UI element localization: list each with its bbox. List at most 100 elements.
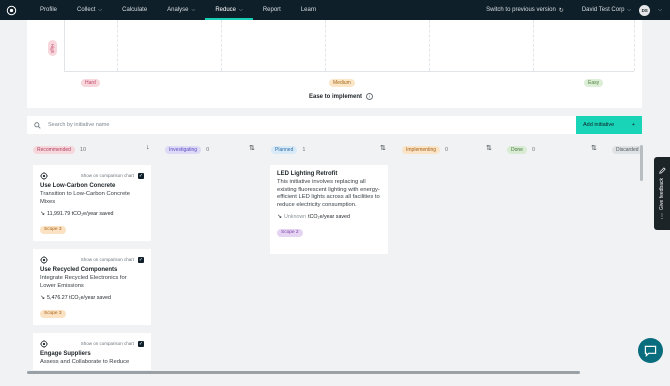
sort-icon[interactable]: ⇅: [380, 144, 386, 152]
initiative-icon: [40, 171, 48, 180]
scope-badge: Scope 2: [277, 228, 303, 237]
search-input[interactable]: [48, 122, 528, 128]
card-subtitle: Transition to Low-Carbon Concrete Mixes: [40, 191, 131, 205]
chat-support-button[interactable]: [638, 338, 663, 363]
chat-icon: [644, 345, 657, 357]
column-count: 0: [445, 146, 449, 153]
card-subtitle: Integrate Recycled Electronics for Lower…: [40, 275, 127, 289]
show-on-chart-checkbox[interactable]: ✓: [138, 340, 144, 347]
horizontal-scrollbar[interactable]: [27, 371, 580, 374]
nav-item-collect[interactable]: Collect ⌵: [67, 0, 112, 20]
switch-version-link[interactable]: Switch to previous version ↻: [486, 7, 564, 14]
nav-item-analyse[interactable]: Analyse ⌵: [157, 0, 205, 20]
x-axis-medium-pill: Medium: [329, 79, 355, 87]
nav-item-label: Profile: [40, 7, 58, 13]
chevron-down-icon: ⌵: [191, 7, 196, 13]
status-badge: Recommended: [33, 145, 75, 154]
arrow-down-right-icon: ↘: [40, 211, 46, 217]
nav-item-profile[interactable]: Profile: [30, 0, 67, 20]
column-header-implementing: Implementing 0 ⇅: [402, 144, 496, 155]
column-header-done: Done 0 ⇅: [507, 144, 601, 155]
plus-icon: +: [631, 122, 635, 128]
nav-item-label: Calculate: [122, 7, 148, 13]
sort-icon[interactable]: ⇅: [591, 144, 597, 152]
status-badge: Investigating: [165, 145, 202, 154]
nav-item-label: Learn: [300, 7, 317, 13]
sort-icon[interactable]: ⇅: [249, 144, 255, 152]
column-scrollbar[interactable]: [640, 145, 643, 181]
chevron-down-icon: ⌵: [98, 7, 103, 13]
user-avatar[interactable]: DS: [639, 4, 651, 16]
nav-item-label: Analyse: [167, 7, 189, 13]
x-axis-hard-pill: Hard: [81, 79, 100, 87]
column-header-recommended: Recommended 10 ↓: [33, 144, 151, 155]
give-feedback-tab[interactable]: Give feedback ⋮: [654, 157, 670, 230]
add-initiative-button[interactable]: Add initiative +: [576, 116, 642, 134]
search-icon: [34, 121, 41, 129]
chevron-down-icon: ⌵: [239, 7, 243, 13]
arrow-down-icon[interactable]: ↓: [146, 144, 150, 151]
scope-badge: Scope 3: [40, 309, 66, 318]
arrow-down-right-icon: ↘: [277, 214, 283, 220]
initiative-card[interactable]: Show on comparison chart ✓ Use Recycled …: [33, 249, 151, 325]
status-badge: Discarded: [612, 145, 643, 154]
sort-icon[interactable]: ⇅: [486, 144, 492, 152]
pencil-icon: [658, 166, 666, 174]
nav-item-report[interactable]: Report: [253, 0, 291, 20]
nav-item-label: Collect: [77, 7, 96, 13]
switch-version-label: Switch to previous version: [486, 7, 556, 13]
card-description: This initiative involves replacing all e…: [277, 179, 380, 208]
add-initiative-label: Add initiative: [583, 122, 615, 128]
arrow-down-right-icon: ↘: [40, 295, 46, 301]
card-title: Use Low-Carbon Concrete: [40, 183, 116, 189]
column-header-investigating: Investigating 0 ⇅: [165, 144, 257, 155]
chevron-down-icon[interactable]: ⌵: [658, 7, 662, 13]
column-count: 0: [531, 146, 536, 153]
show-on-chart-checkbox[interactable]: ✓: [138, 256, 144, 263]
show-on-chart-label: Show on comparison chart: [80, 257, 134, 262]
emissions-saved: ↘ 11,991.79 tCO₂e/year saved: [40, 210, 114, 218]
y-axis-high-pill: High: [48, 40, 57, 56]
nav-item-reduce[interactable]: Reduce ⌵: [205, 0, 254, 20]
nav-item-calculate[interactable]: Calculate: [112, 0, 157, 20]
initiative-card[interactable]: Show on comparison chart ✓ Engage Suppli…: [33, 333, 151, 370]
initiative-icon: [40, 255, 48, 264]
emissions-saved: ↘ Unknown tCO₂e/year saved: [277, 213, 350, 221]
column-count: 0: [206, 146, 210, 153]
info-icon[interactable]: i: [366, 93, 374, 100]
initiative-card[interactable]: Show on comparison chart ✓ Use Low-Carbo…: [33, 165, 151, 241]
app-logo-icon[interactable]: [0, 0, 22, 20]
nav-item-learn[interactable]: Learn: [291, 0, 326, 20]
emissions-saved: ↘ 5,476.27 tCO₂e/year saved: [40, 294, 111, 302]
column-count: 1: [302, 146, 306, 153]
grid-line: [533, 20, 534, 71]
chevron-down-icon: ⌵: [627, 7, 632, 13]
more-icon: ⋮: [659, 214, 665, 221]
grid-line: [221, 20, 222, 71]
card-title: LED Lighting Retrofit: [277, 171, 338, 177]
status-badge: Done: [507, 145, 527, 154]
grid-line: [117, 20, 118, 71]
column-header-planned: Planned 1 ⇅: [271, 144, 391, 155]
show-on-chart-label: Show on comparison chart: [80, 173, 134, 178]
initiative-icon: [40, 339, 48, 348]
card-title: Use Recycled Components: [40, 267, 118, 273]
grid-line: [429, 20, 430, 71]
org-name: David Test Corp: [581, 7, 625, 13]
comparison-chart: High Hard Medium Easy Ease to implement …: [27, 20, 642, 108]
main-nav: Profile Collect ⌵ Calculate Analyse ⌵ Reduce ⌵ R…: [30, 0, 326, 20]
card-subtitle: Assess and Collaborate to Reduce: [40, 359, 130, 365]
nav-item-label: Report: [262, 7, 281, 13]
status-badge: Planned: [271, 145, 298, 154]
show-on-chart-checkbox[interactable]: ✓: [138, 172, 144, 179]
org-selector[interactable]: David Test Corp ⌵: [582, 7, 631, 13]
chart-plot-area: [64, 20, 635, 72]
top-navigation: Profile Collect ⌵ Calculate Analyse ⌵ Reduce ⌵ R…: [0, 0, 670, 20]
column-count: 10: [79, 146, 87, 153]
initiative-card[interactable]: LED Lighting Retrofit This initiative in…: [270, 165, 388, 254]
refresh-icon: ↻: [558, 7, 564, 14]
show-on-chart-label: Show on comparison chart: [80, 341, 134, 346]
status-badge: Implementing: [402, 145, 441, 154]
search-bar: [27, 116, 576, 134]
x-axis-easy-pill: Easy: [584, 79, 604, 87]
